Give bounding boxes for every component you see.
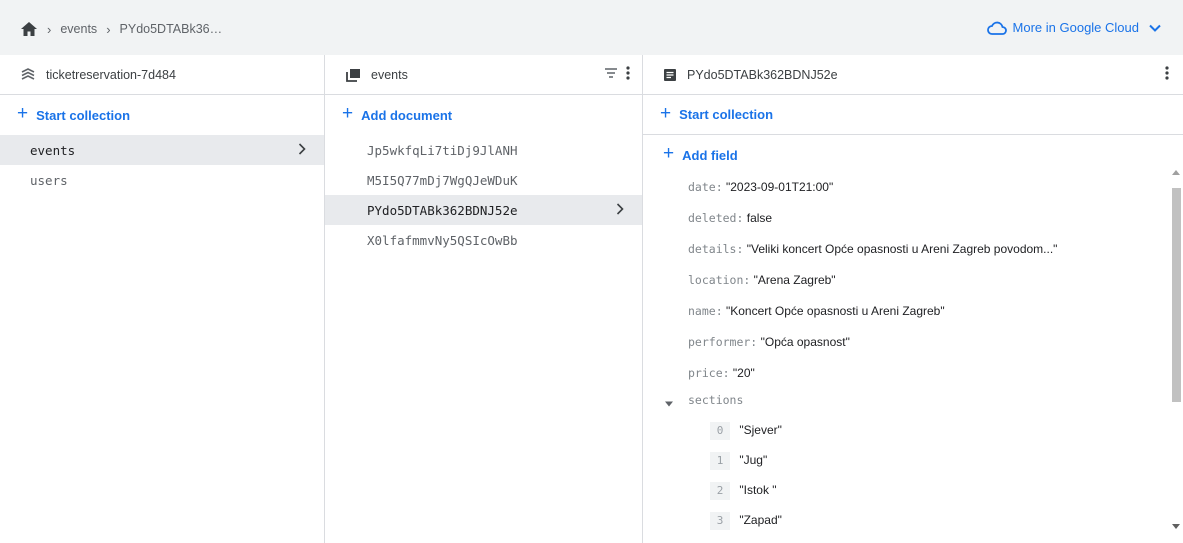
document-item[interactable]: X0lfafmmvNy5QSIcOwBb [325,225,642,255]
scrollbar-thumb[interactable] [1172,188,1181,402]
breadcrumb-separator-icon: › [106,21,111,37]
field-price[interactable]: price: "20" [688,366,755,380]
array-index: 2 [710,482,730,500]
field-value: false [746,211,773,225]
collection-panel-header: events [325,55,642,95]
field-name[interactable]: name: "Koncert Opće opasnosti u Areni Za… [688,304,945,318]
scroll-down-arrow-icon[interactable] [1172,524,1180,529]
chevron-right-icon [298,143,306,158]
array-value: "Jug" [739,453,768,467]
field-key: price: [688,366,730,380]
array-index: 0 [710,422,730,440]
document-id: X0lfafmmvNy5QSIcOwBb [367,232,518,248]
document-panel: PYdo5DTABk362BDNJ52e + Start collection … [643,55,1183,543]
add-field-button[interactable]: + Add field [643,135,1183,175]
array-item[interactable]: 0 "Sjever" [710,422,782,440]
collection-label: events [30,142,76,158]
field-value: "Veliki koncert Opće opasnosti u Areni Z… [746,242,1058,256]
expand-triangle-icon[interactable] [664,396,674,411]
add-document-button[interactable]: + Add document [325,95,642,135]
document-id: Jp5wkfqLi7tiDj9JlANH [367,142,518,158]
field-deleted[interactable]: deleted: false [688,211,772,225]
breadcrumb-bar: › events › PYdo5DTABk36… More in Google … [0,0,1183,55]
root-panel-header: ticketreservation-7d484 [0,55,324,95]
array-item[interactable]: 1 "Jug" [710,452,767,470]
plus-icon: + [17,103,29,124]
more-vert-icon[interactable] [626,66,630,80]
document-icon [663,68,677,82]
array-index: 1 [710,452,730,470]
field-key: details: [688,242,744,256]
plus-icon: + [342,103,354,124]
start-collection-button[interactable]: + Start collection [643,95,1183,135]
collection-title: events [371,67,408,82]
collection-panel: events + Add document Jp5wkfqLi7tiDj9JlA… [325,55,643,543]
scroll-up-arrow-icon[interactable] [1172,170,1180,175]
plus-icon: + [663,143,675,164]
document-item[interactable]: M5I5Q77mDj7WgQJeWDuK [325,165,642,195]
plus-icon: + [660,102,672,124]
field-location[interactable]: location: "Arena Zagreb" [688,273,836,287]
breadcrumb-item-document[interactable]: PYdo5DTABk36… [120,22,223,36]
field-key: performer: [688,335,758,349]
field-value: "Koncert Opće opasnosti u Areni Zagreb" [725,304,945,318]
array-index: 3 [710,512,730,530]
field-key: sections [688,393,744,407]
array-value: "Istok " [739,483,777,497]
cloud-icon [986,21,1007,35]
breadcrumb-item-events[interactable]: events [60,22,97,36]
field-key: location: [688,273,751,287]
document-id: PYdo5DTABk362BDNJ52e [367,202,518,218]
document-title: PYdo5DTABk362BDNJ52e [687,67,838,82]
field-sections[interactable]: sections [688,393,743,407]
field-value: "Arena Zagreb" [753,273,836,287]
field-date[interactable]: date: "2023-09-01T21:00" [688,180,833,194]
array-value: "Zapad" [739,513,782,527]
document-item[interactable]: Jp5wkfqLi7tiDj9JlANH [325,135,642,165]
field-value: "20" [732,366,755,380]
add-document-label: Add document [361,107,453,123]
field-value: "Opća opasnost" [760,335,850,349]
collection-icon [345,68,361,82]
breadcrumb: › events › PYdo5DTABk36… [20,21,222,37]
field-key: date: [688,180,723,194]
start-collection-button[interactable]: + Start collection [0,95,324,135]
collection-item-events[interactable]: events [0,135,324,165]
field-key: name: [688,304,723,318]
array-item[interactable]: 3 "Zapad" [710,512,782,530]
more-in-google-cloud-label: More in Google Cloud [1012,20,1139,35]
fields-scrollbar[interactable] [1168,164,1183,543]
field-key: deleted: [688,211,744,225]
field-details[interactable]: details: "Veliki koncert Opće opasnosti … [688,242,1057,256]
array-value: "Sjever" [739,423,782,437]
database-icon [20,67,36,82]
field-value: "2023-09-01T21:00" [725,180,834,194]
document-id: M5I5Q77mDj7WgQJeWDuK [367,172,518,188]
collection-label: users [30,172,68,188]
chevron-right-icon [616,203,624,218]
chevron-down-icon [1149,24,1161,32]
more-vert-icon[interactable] [1165,66,1169,80]
array-item[interactable]: 2 "Istok " [710,482,777,500]
add-field-label: Add field [682,147,738,163]
more-in-google-cloud-button[interactable]: More in Google Cloud [986,20,1161,35]
document-panel-header: PYdo5DTABk362BDNJ52e [643,55,1183,95]
root-panel: ticketreservation-7d484 + Start collecti… [0,55,325,543]
document-item-selected[interactable]: PYdo5DTABk362BDNJ52e [325,195,642,225]
home-icon[interactable] [20,21,38,37]
start-collection-label: Start collection [679,107,774,122]
filter-icon[interactable] [604,67,618,79]
field-performer[interactable]: performer: "Opća opasnost" [688,335,850,349]
project-title: ticketreservation-7d484 [46,67,176,82]
breadcrumb-separator-icon: › [47,21,52,37]
collection-item-users[interactable]: users [0,165,324,195]
start-collection-label: Start collection [36,107,131,123]
